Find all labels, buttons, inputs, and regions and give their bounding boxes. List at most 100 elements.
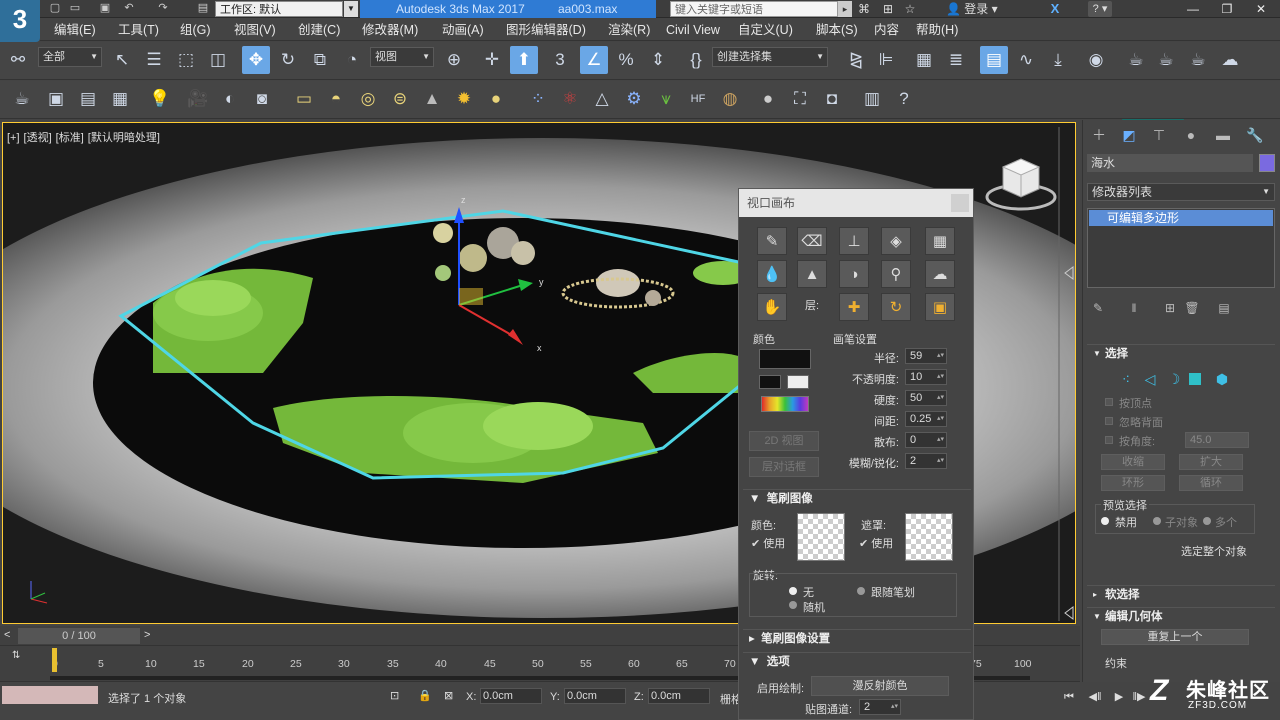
blur-drop-icon[interactable]: 💧 (757, 260, 787, 288)
edit-named-selection-icon[interactable]: {} (682, 46, 710, 74)
particles-icon[interactable]: ⁘ (524, 85, 552, 113)
menu-scripting[interactable]: 脚本(S) (816, 22, 858, 38)
brush-image-section[interactable]: ▼ 笔刷图像 (743, 489, 971, 507)
goto-start-icon[interactable]: ⏮ (1060, 688, 1078, 706)
select-object-icon[interactable]: ↖ (108, 46, 136, 74)
edge-mode-icon[interactable]: ◁ (1141, 370, 1159, 388)
render-archive-icon[interactable]: ▥ (858, 85, 886, 113)
open-file-icon[interactable]: ▭ (68, 2, 82, 15)
angle-snap-icon[interactable]: ∠ (580, 46, 608, 74)
element-mode-icon[interactable]: ⬢ (1213, 370, 1231, 388)
menu-edit[interactable]: 编辑(E) (54, 22, 96, 38)
rectangle-selection-icon[interactable]: ⬚ (172, 46, 200, 74)
lightbulb-icon[interactable]: 💡 (146, 85, 174, 113)
undo-icon[interactable]: ↶ (122, 2, 136, 15)
render-frame-icon[interactable]: ▣ (42, 85, 70, 113)
brush-image-settings-section[interactable]: ▸ 笔刷图像设置 (743, 629, 971, 647)
viewport-point-of-view[interactable]: [透视] (24, 132, 52, 144)
geosphere-icon[interactable]: ⊜ (386, 85, 414, 113)
sphere-icon[interactable]: ● (482, 85, 510, 113)
snaps-toggle-icon[interactable]: 3 (546, 46, 574, 74)
absolute-mode-icon[interactable]: ⊠ (444, 689, 453, 702)
viewport-menu-plus[interactable]: [+] (7, 132, 20, 144)
render-cloud-icon[interactable]: ☁ (1216, 46, 1244, 74)
border-mode-icon[interactable]: ☽ (1165, 370, 1183, 388)
select-manipulate-icon[interactable]: ✛ (478, 46, 506, 74)
grass-icon[interactable]: ⩛ (652, 85, 680, 113)
disc-icon[interactable]: ◎ (354, 85, 382, 113)
foreground-color-swatch[interactable] (759, 375, 781, 389)
panel-title[interactable]: 视口画布 (739, 189, 973, 217)
smudge-icon[interactable]: ☁ (925, 260, 955, 288)
remove-modifier-icon[interactable]: 🗑 (1183, 300, 1201, 316)
spinner-snap-icon[interactable]: ⇕ (644, 46, 672, 74)
isolate-selection-icon[interactable]: ⊡ (390, 689, 399, 702)
render-lock-icon[interactable]: ◘ (818, 85, 846, 113)
wood-texture-icon[interactable]: ◍ (716, 85, 744, 113)
modify-tab-icon[interactable]: ◩ (1117, 124, 1141, 146)
close-button[interactable]: ✕ (1244, 0, 1278, 18)
menu-tools[interactable]: 工具(T) (118, 22, 159, 38)
utilities-tab-icon[interactable]: 🔧 (1243, 124, 1267, 146)
favorites-star-icon[interactable]: ☆ (902, 1, 918, 17)
menu-create[interactable]: 创建(C) (298, 22, 340, 38)
help-button[interactable]: ? ▾ (1088, 1, 1112, 17)
configure-sets-icon[interactable]: ▤ (1215, 300, 1233, 316)
pyramid-icon[interactable]: △ (588, 85, 616, 113)
object-color-swatch[interactable] (1259, 154, 1275, 172)
menu-animation[interactable]: 动画(A) (442, 22, 484, 38)
stamp-icon[interactable]: ⊥ (839, 227, 869, 255)
select-move-icon[interactable]: ✥ (242, 46, 270, 74)
maxscript-listener[interactable] (2, 686, 98, 704)
preview-subobject-radio[interactable] (1153, 517, 1161, 525)
gear-icon[interactable]: ⚙ (620, 85, 648, 113)
window-crossing-icon[interactable]: ◫ (204, 46, 232, 74)
redo-icon[interactable]: ↷ (156, 2, 170, 15)
rotate-follow-radio[interactable] (857, 587, 865, 595)
z-coordinate-field[interactable]: 0.0cm (648, 688, 710, 704)
paint-brush-icon[interactable]: ✎ (757, 227, 787, 255)
pivot-center-icon[interactable]: ⊕ (440, 46, 468, 74)
rendered-frame-window-icon[interactable]: ☕ (1152, 46, 1180, 74)
edit-geometry-rollout[interactable]: ▼ 编辑几何体 (1087, 607, 1275, 625)
opacity-spinner[interactable]: 10 ▴▾ (905, 369, 947, 385)
schematic-view-icon[interactable]: ⤓ (1044, 46, 1072, 74)
layer-dialog-button[interactable]: 层对话框 (749, 457, 819, 477)
fill-bucket-icon[interactable]: ◈ (881, 227, 911, 255)
layer-explorer-icon[interactable]: ≣ (942, 46, 970, 74)
material-editor-icon[interactable]: ◉ (1082, 46, 1110, 74)
exchange-apps-icon[interactable]: X (1046, 1, 1064, 17)
new-file-icon[interactable]: ▢ (48, 2, 62, 15)
menu-group[interactable]: 组(G) (180, 22, 211, 38)
clone-hand-icon[interactable]: ✋ (757, 293, 787, 321)
prev-key-icon[interactable]: ◀‖ (1086, 688, 1104, 706)
y-coordinate-field[interactable]: 0.0cm (564, 688, 626, 704)
next-key-icon[interactable]: ‖▶ (1130, 688, 1148, 706)
menu-rendering[interactable]: 渲染(R) (608, 22, 650, 38)
selection-rollout[interactable]: ▼ 选择 (1087, 344, 1275, 362)
brush-mask-use-checkbox[interactable]: ✔ 使用 (859, 535, 893, 551)
menu-civil-view[interactable]: Civil View (666, 22, 720, 38)
stack-item-editable-poly[interactable]: 可编辑多边形 (1089, 210, 1273, 226)
hair-fur-icon[interactable]: HF (684, 85, 712, 113)
glossy-sphere-icon[interactable]: ● (754, 85, 782, 113)
background-color-swatch[interactable] (787, 375, 809, 389)
search-input[interactable]: 键入关键字或短语 (670, 1, 838, 17)
dodge-burn-icon[interactable]: ⚲ (881, 260, 911, 288)
selection-filter-dropdown[interactable]: 全部 ▼ (38, 47, 102, 67)
ignore-backfacing-checkbox[interactable] (1105, 417, 1113, 425)
viewport-label[interactable]: [+] [透视] [标准] [默认明暗处理] (7, 129, 164, 145)
layer-manager-icon[interactable]: ▦ (106, 85, 134, 113)
contrast-icon[interactable]: ◑ (839, 260, 869, 288)
percent-snap-icon[interactable]: % (612, 46, 640, 74)
preview-multi-radio[interactable] (1203, 517, 1211, 525)
reference-coord-dropdown[interactable]: 视图 ▼ (370, 47, 434, 67)
create-tab-icon[interactable]: ＋ (1087, 124, 1111, 146)
options-section[interactable]: ▼ 选项 (743, 652, 971, 670)
viewport-shading[interactable]: [默认明暗处理] (88, 132, 160, 144)
teapot-icon[interactable]: ☕ (8, 85, 36, 113)
plane-icon[interactable]: ▭ (290, 85, 318, 113)
menu-help[interactable]: 帮助(H) (916, 22, 958, 38)
app-logo[interactable]: 3 (0, 0, 40, 42)
cone-icon[interactable]: ▲ (418, 85, 446, 113)
